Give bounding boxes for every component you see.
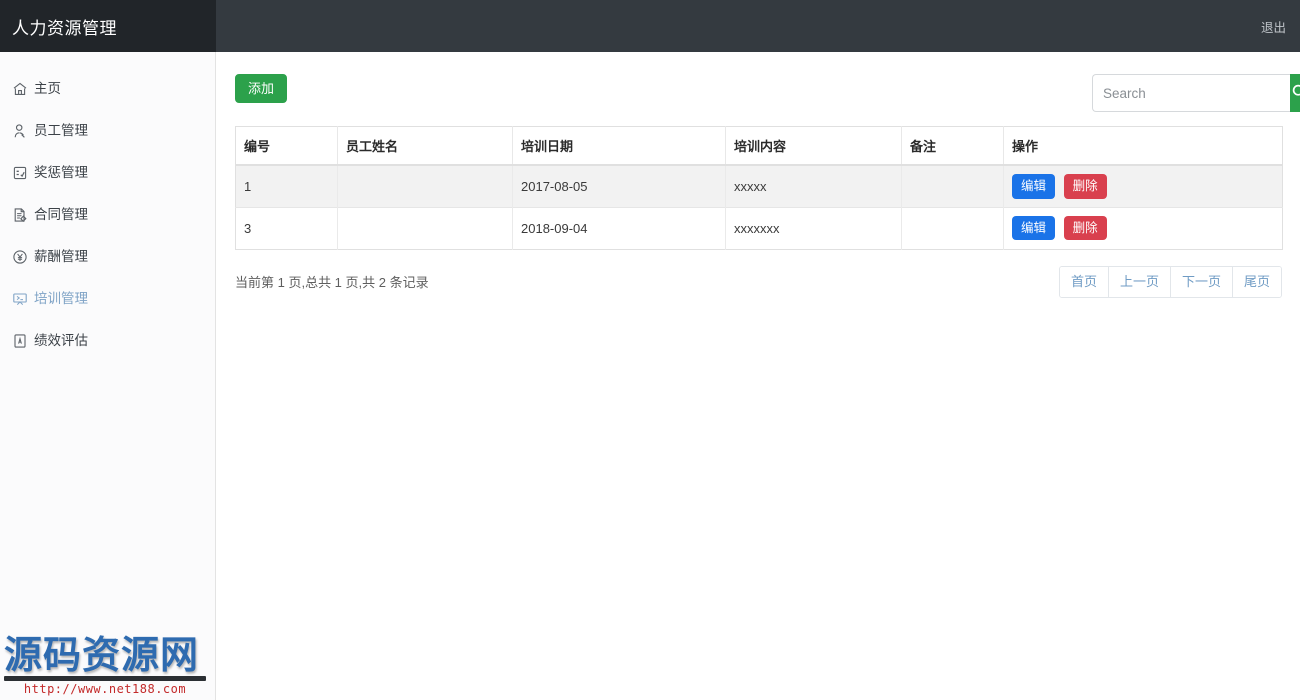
pagination: 首页 上一页 下一页 尾页	[1058, 265, 1282, 298]
training-table: 编号 员工姓名 培训日期 培训内容 备注 操作 1 2017-08-05 xxx…	[235, 126, 1283, 250]
table-footer: 当前第 1 页,总共 1 页,共 2 条记录 首页 上一页 下一页 尾页	[235, 250, 1282, 298]
pagination-next[interactable]: 下一页	[1170, 266, 1233, 297]
sidebar-item-label: 奖惩管理	[34, 165, 88, 181]
table-head: 编号 员工姓名 培训日期 培训内容 备注 操作	[235, 126, 1283, 166]
currency-icon	[11, 249, 28, 266]
cell-actions: 编辑 删除	[1003, 206, 1283, 249]
table-row: 3 2018-09-04 xxxxxxx 编辑 删除	[235, 206, 1283, 249]
table-header-row: 编号 员工姓名 培训日期 培训内容 备注 操作	[235, 126, 1283, 166]
sidebar-item-contract[interactable]: 合同管理	[0, 194, 215, 236]
table-row: 1 2017-08-05 xxxxx 编辑 删除	[235, 164, 1283, 207]
top-navbar: 人力资源管理 退出	[0, 0, 1300, 52]
page-title: 人力资源管理	[12, 18, 117, 38]
pagination-prev[interactable]: 上一页	[1108, 266, 1171, 297]
cell-name	[337, 164, 513, 207]
sidebar-item-label: 绩效评估	[34, 333, 88, 349]
column-header-content: 培训内容	[725, 126, 902, 166]
sidebar-item-label: 合同管理	[34, 207, 88, 223]
column-header-note: 备注	[901, 126, 1004, 166]
column-header-id: 编号	[235, 126, 338, 166]
contract-icon	[11, 207, 28, 224]
cell-note	[901, 206, 1004, 249]
sidebar-item-label: 薪酬管理	[34, 249, 88, 265]
cell-note	[901, 164, 1004, 207]
sidebar: 主页 员工管理 奖惩管理 合同管理 薪酬管理 培训管理 绩效评估	[0, 52, 216, 700]
search-button[interactable]	[1290, 74, 1300, 112]
column-header-name: 员工姓名	[337, 126, 513, 166]
cell-date: 2017-08-05	[512, 164, 726, 207]
navbar-right: 退出	[216, 0, 1300, 52]
sidebar-item-training[interactable]: 培训管理	[0, 278, 215, 320]
logout-button[interactable]: 退出	[1261, 17, 1286, 36]
home-icon	[11, 81, 28, 98]
column-header-date: 培训日期	[512, 126, 726, 166]
training-icon	[11, 291, 28, 308]
brand-area[interactable]: 人力资源管理	[0, 0, 216, 52]
sidebar-item-label: 主页	[34, 81, 61, 97]
edit-button[interactable]: 编辑	[1012, 174, 1056, 199]
page-info: 当前第 1 页,总共 1 页,共 2 条记录	[235, 275, 429, 291]
add-button[interactable]: 添加	[235, 74, 288, 103]
assessment-icon	[11, 333, 28, 350]
sidebar-item-home[interactable]: 主页	[0, 68, 215, 110]
delete-button[interactable]: 删除	[1063, 215, 1107, 241]
edit-button[interactable]: 编辑	[1012, 215, 1056, 241]
cell-id: 1	[235, 164, 338, 207]
sidebar-item-performance[interactable]: 绩效评估	[0, 320, 215, 362]
cell-content: xxxxxxx	[725, 206, 902, 249]
cell-date: 2018-09-04	[512, 206, 726, 249]
pagination-first[interactable]: 首页	[1059, 266, 1109, 297]
cell-content: xxxxx	[725, 164, 902, 207]
column-header-actions: 操作	[1003, 126, 1283, 166]
pagination-last[interactable]: 尾页	[1232, 266, 1281, 297]
delete-button[interactable]: 删除	[1063, 174, 1107, 199]
cell-id: 3	[235, 206, 338, 249]
main-content: 添加 编号 员工姓名 培训日期	[217, 52, 1300, 700]
cell-actions: 编辑 删除	[1003, 164, 1283, 207]
sidebar-item-salary[interactable]: 薪酬管理	[0, 236, 215, 278]
sidebar-item-label: 员工管理	[34, 123, 88, 139]
app-root: 人力资源管理 退出 主页 员工管理 奖惩管理 合同管理 薪酬管理 培训管理 绩效…	[0, 0, 1300, 700]
cell-name	[337, 206, 513, 249]
search-icon	[1291, 83, 1300, 103]
toolbar: 添加	[235, 70, 1300, 126]
user-icon	[11, 123, 28, 140]
search-group	[1092, 74, 1300, 112]
award-icon	[11, 165, 28, 182]
sidebar-item-reward[interactable]: 奖惩管理	[0, 152, 215, 194]
sidebar-item-label: 培训管理	[34, 291, 88, 307]
sidebar-item-employee[interactable]: 员工管理	[0, 110, 215, 152]
table-body: 1 2017-08-05 xxxxx 编辑 删除 3 2018-09-04 xx…	[235, 164, 1283, 249]
search-input[interactable]	[1092, 74, 1290, 112]
